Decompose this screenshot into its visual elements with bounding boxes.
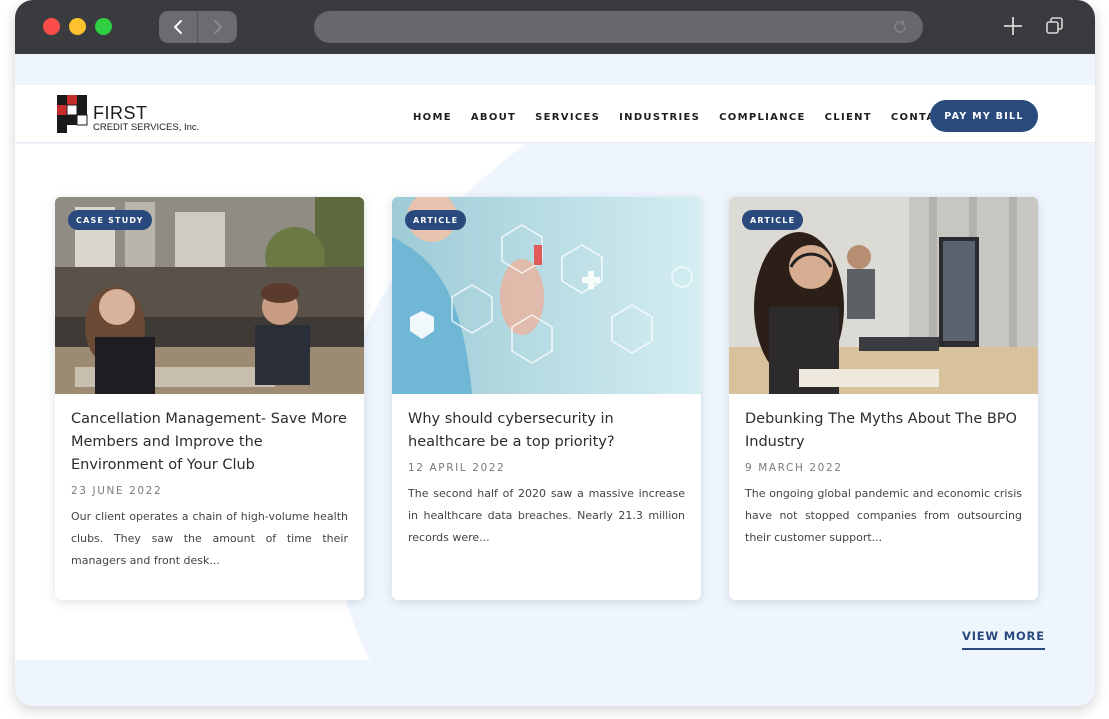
history-nav [159, 11, 237, 43]
web-page: FIRST CREDIT SERVICES, Inc. HOME ABOUT S… [15, 54, 1095, 706]
post-card[interactable]: ARTICLE Why should cybersecurity in heal… [392, 197, 701, 600]
post-excerpt: The ongoing global pandemic and economic… [745, 487, 1022, 544]
site-logo[interactable]: FIRST CREDIT SERVICES, Inc. [57, 93, 207, 135]
close-window-button[interactable] [43, 18, 60, 35]
post-excerpt: Our client operates a chain of high-volu… [71, 510, 348, 567]
chevron-left-icon [174, 20, 182, 34]
maximize-window-button[interactable] [95, 18, 112, 35]
post-date: 9 MARCH 2022 [745, 462, 843, 474]
nav-client[interactable]: CLIENT [825, 112, 872, 123]
main-nav: HOME ABOUT SERVICES INDUSTRIES COMPLIANC… [413, 112, 971, 123]
minimize-window-button[interactable] [69, 18, 86, 35]
browser-window: FIRST CREDIT SERVICES, Inc. HOME ABOUT S… [15, 0, 1095, 706]
tabs-icon[interactable] [1045, 16, 1065, 36]
site-header: FIRST CREDIT SERVICES, Inc. HOME ABOUT S… [15, 85, 1095, 143]
back-button[interactable] [159, 11, 198, 43]
forward-button[interactable] [198, 11, 237, 43]
post-image-healthcare[interactable]: ARTICLE [392, 197, 701, 394]
logo-mark-icon [57, 95, 88, 133]
logo-subtext: CREDIT SERVICES, Inc. [93, 122, 200, 133]
nav-services[interactable]: SERVICES [535, 112, 600, 123]
view-more-link[interactable]: VIEW MORE [962, 629, 1045, 650]
post-title[interactable]: Cancellation Management- Save More Membe… [71, 408, 348, 477]
nav-industries[interactable]: INDUSTRIES [619, 112, 700, 123]
post-excerpt: The second half of 2020 saw a massive in… [408, 487, 685, 544]
post-image-office[interactable]: CASE STUDY [55, 197, 364, 394]
nav-home[interactable]: HOME [413, 112, 452, 123]
pay-my-bill-button[interactable]: PAY MY BILL [930, 100, 1038, 132]
reload-icon[interactable] [891, 18, 909, 36]
logo-text: FIRST [93, 103, 148, 123]
plus-icon[interactable] [1002, 15, 1024, 37]
post-title[interactable]: Why should cybersecurity in healthcare b… [408, 408, 685, 454]
chevron-right-icon [213, 20, 222, 34]
category-badge: ARTICLE [405, 210, 467, 230]
post-card[interactable]: CASE STUDY Cancellation Management- Save… [55, 197, 364, 600]
nav-compliance[interactable]: COMPLIANCE [719, 112, 806, 123]
post-date: 23 JUNE 2022 [71, 485, 163, 497]
post-image-callcenter[interactable]: ARTICLE [729, 197, 1038, 394]
category-badge: ARTICLE [742, 210, 804, 230]
nav-about[interactable]: ABOUT [471, 112, 516, 123]
post-date: 12 APRIL 2022 [408, 462, 506, 474]
post-title[interactable]: Debunking The Myths About The BPO Indust… [745, 408, 1022, 454]
address-bar[interactable] [314, 11, 923, 43]
post-card[interactable]: ARTICLE Debunking The Myths About The BP… [729, 197, 1038, 600]
browser-toolbar [15, 0, 1095, 54]
category-badge: CASE STUDY [68, 210, 152, 230]
